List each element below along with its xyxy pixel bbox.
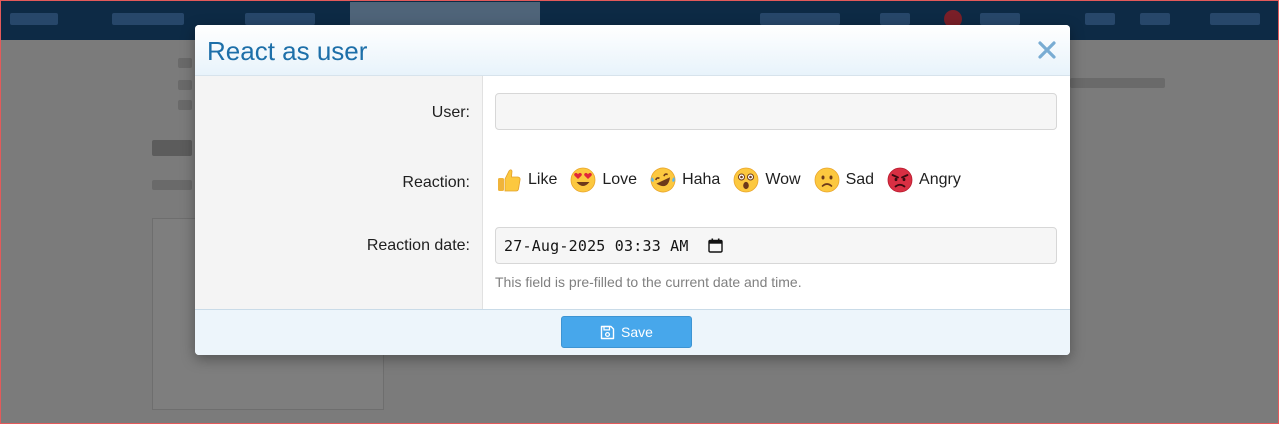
dialog-title: React as user [207,36,368,66]
heart-eyes-icon [570,167,596,193]
reaction-love-label: Love [602,171,638,188]
thumbs-up-icon [498,169,521,192]
reaction-picker: Like Love Haha Wow Sad Angry [496,165,974,195]
dialog-footer: Save [195,309,1070,355]
laughing-icon [650,167,676,193]
reaction-haha[interactable]: Haha [650,167,720,193]
reaction-date-value: 27-Aug-2025 03:33 AM [504,237,689,255]
react-as-user-dialog: React as user User: Reaction: Reaction d… [195,25,1070,355]
dialog-body: User: Reaction: Reaction date: Like Love… [195,76,1070,309]
sad-face-icon [814,167,839,193]
reaction-sad[interactable]: Sad [814,167,874,193]
calendar-icon[interactable] [708,238,723,253]
save-button[interactable]: Save [561,316,692,348]
reaction-date-input[interactable]: 27-Aug-2025 03:33 AM [495,227,1057,264]
reaction-angry-label: Angry [919,171,961,188]
save-button-label: Save [621,324,653,340]
angry-face-icon [887,167,913,193]
astonished-icon [733,167,759,193]
reaction-haha-label: Haha [682,171,721,188]
user-input[interactable] [495,93,1057,130]
reaction-label: Reaction: [402,174,470,191]
label-column: User: Reaction: Reaction date: [195,76,483,309]
reaction-sad-label: Sad [845,171,875,188]
reaction-angry[interactable]: Angry [887,167,961,193]
reaction-wow-label: Wow [765,171,801,188]
close-button[interactable] [1034,37,1060,63]
close-icon [1038,41,1056,59]
reaction-like-label: Like [528,171,558,188]
dialog-header: React as user [195,25,1070,76]
reaction-date-label: Reaction date: [366,237,470,254]
reaction-wow[interactable]: Wow [733,167,801,193]
user-label: User: [431,104,470,121]
reaction-love[interactable]: Love [570,167,637,193]
reaction-like[interactable]: Like [496,167,557,193]
reaction-date-hint: This field is pre-filled to the current … [495,274,802,290]
save-icon [600,325,615,339]
